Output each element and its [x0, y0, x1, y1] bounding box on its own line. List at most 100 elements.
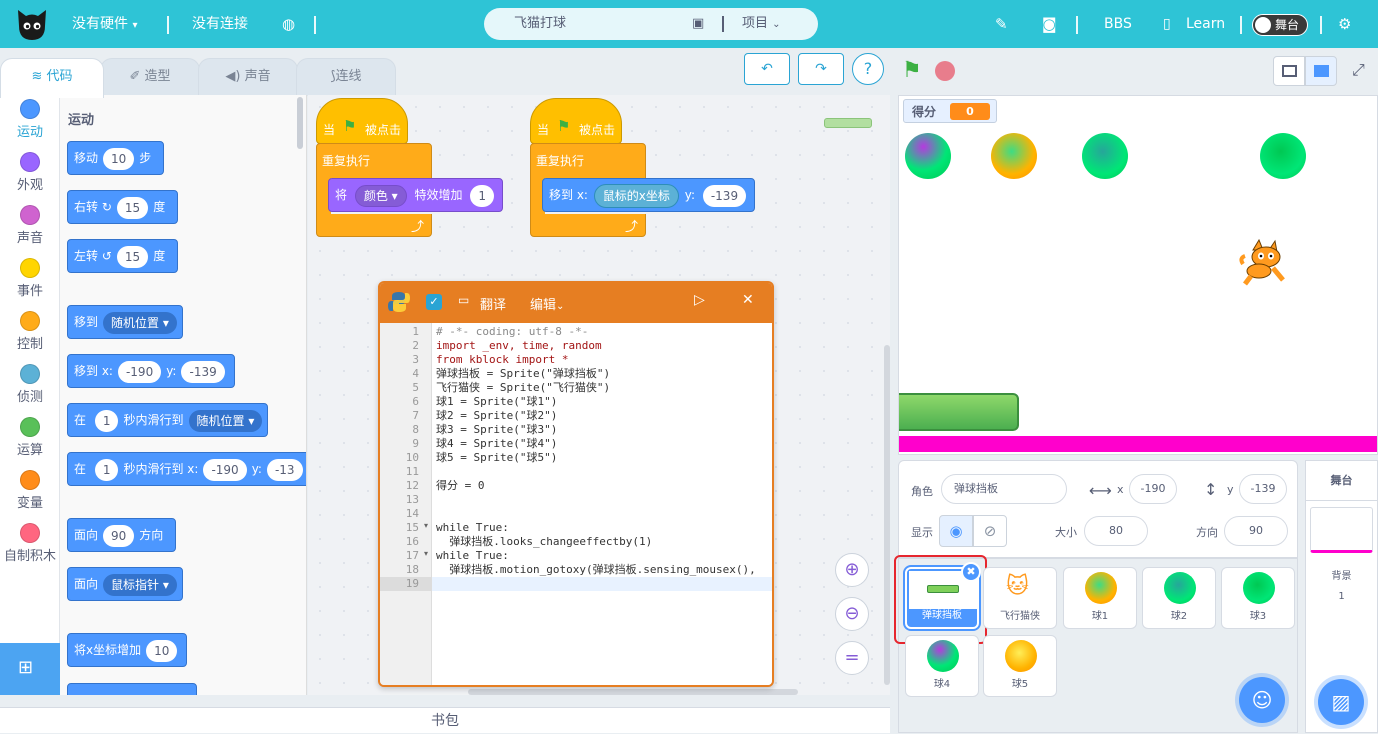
backdrop-thumb[interactable] [1310, 507, 1373, 553]
when-flag-clicked-hat[interactable]: 当 ⚑ 被点击 [530, 98, 622, 144]
sprite-tile[interactable]: 🐱 飞行猫侠 [983, 567, 1057, 629]
stage-toggle[interactable]: 舞台 [1252, 14, 1308, 36]
block-glide[interactable]: 在 1 秒内滑行到 随机位置 ▾ [67, 403, 269, 437]
block-goto-xy[interactable]: 移到 x: -190 y: -139 [67, 354, 235, 388]
block-input[interactable]: -190 [117, 360, 162, 383]
block-input[interactable]: -139 [702, 184, 747, 207]
connection-menu[interactable]: 没有连接 [192, 0, 248, 48]
fold-icon[interactable]: ▾ [424, 521, 428, 530]
category-3[interactable]: 事件 [0, 258, 60, 299]
block-dropdown[interactable]: 随机位置 ▾ [188, 409, 263, 432]
y-input[interactable]: -139 [1239, 474, 1287, 504]
large-stage-button[interactable] [1305, 56, 1337, 86]
sprite-tile[interactable]: 球5 [983, 635, 1057, 697]
change-effect-block[interactable]: 将 颜色 ▾ 特效增加 1 [328, 178, 503, 212]
sprite-tile[interactable]: 球2 [1142, 567, 1216, 629]
bbs-link[interactable]: BBS [1104, 0, 1132, 48]
camera-icon[interactable]: ◙ [1042, 0, 1057, 48]
size-input[interactable]: 80 [1084, 516, 1148, 546]
help-button[interactable]: ? [852, 53, 884, 85]
category-4[interactable]: 控制 [0, 311, 60, 352]
project-title[interactable]: 飞猫打球 [514, 8, 566, 40]
goto-xy-block[interactable]: 移到 x: 鼠标的x坐标 y: -139 [542, 178, 755, 212]
pencil-icon[interactable]: ✎ [995, 0, 1008, 48]
block-input[interactable]: 90 [103, 524, 135, 547]
block-input[interactable]: 10 [103, 147, 135, 170]
category-1[interactable]: 外观 [0, 152, 60, 193]
workspace-scrollbar-v[interactable] [884, 345, 890, 685]
block-input[interactable]: -139 [181, 360, 225, 383]
logo[interactable] [14, 6, 50, 42]
redo-button[interactable]: ↷ [798, 53, 844, 85]
run-icon[interactable]: ▷ [694, 292, 705, 308]
learn-link[interactable]: Learn [1186, 0, 1225, 48]
block-partial[interactable] [67, 683, 197, 695]
tab-code[interactable]: ≋ 代码 [0, 58, 104, 98]
category-7[interactable]: 变量 [0, 470, 60, 511]
stage-canvas[interactable]: 得分 0 [898, 95, 1378, 455]
globe-icon[interactable]: ◍ [282, 0, 295, 48]
sprite-tile[interactable]: 球1 [1063, 567, 1137, 629]
x-input[interactable]: -190 [1129, 474, 1177, 504]
add-backdrop-button[interactable]: ▨ [1318, 679, 1364, 725]
palette-scrollbar[interactable] [297, 97, 303, 149]
mouse-x-reporter[interactable]: 鼠标的x坐标 [593, 183, 679, 208]
block-input[interactable]: -13 [266, 458, 303, 481]
green-flag-button[interactable]: ⚑ [902, 58, 922, 83]
close-icon[interactable]: ✕ [742, 292, 754, 308]
show-sprite-button[interactable]: ◉ [939, 515, 973, 547]
zoom-in-button[interactable]: ⊕ [835, 553, 869, 587]
translate-button[interactable]: 翻译 [480, 294, 506, 313]
zoom-out-button[interactable]: ⊖ [835, 597, 869, 631]
tab-costume[interactable]: ✐ 造型 [100, 58, 200, 96]
category-8[interactable]: 自制积木 [0, 523, 60, 564]
block-move-steps[interactable]: 移动 10 步 [67, 141, 164, 175]
undo-button[interactable]: ↶ [744, 53, 790, 85]
block-input[interactable]: 1 [94, 458, 119, 481]
category-6[interactable]: 运算 [0, 417, 60, 458]
block-turn-left[interactable]: 左转 ↺ 15 度 [67, 239, 178, 273]
save-icon[interactable]: ▣ [692, 8, 704, 40]
gear-icon[interactable]: ⚙ [1338, 0, 1351, 48]
block-input[interactable]: -190 [203, 458, 247, 481]
code-editor[interactable]: # -*- coding: utf-8 -*- import _env, time… [432, 323, 772, 685]
tab-wire[interactable]: ⟆连线 [296, 58, 396, 96]
block-point-towards[interactable]: 面向 鼠标指针 ▾ [67, 567, 183, 601]
stop-button[interactable] [935, 61, 955, 81]
project-menu[interactable]: 项目 ⌄ [742, 8, 781, 41]
block-change-x[interactable]: 将x坐标增加 10 [67, 633, 188, 667]
direction-input[interactable]: 90 [1224, 516, 1288, 546]
block-input[interactable]: 1 [470, 184, 495, 207]
category-2[interactable]: 声音 [0, 205, 60, 246]
backpack-bar[interactable]: 书包 [0, 707, 890, 733]
block-input[interactable]: 15 [116, 245, 149, 268]
edit-menu[interactable]: 编辑⌄ [530, 294, 564, 313]
category-0[interactable]: 运动 [0, 99, 60, 140]
tab-sound[interactable]: ◀) 声音 [198, 58, 298, 96]
add-sprite-button[interactable]: ☺ [1239, 677, 1285, 723]
sprite-tile[interactable]: 球4 [905, 635, 979, 697]
book-icon[interactable]: ▯ [1163, 0, 1171, 48]
zoom-reset-button[interactable]: = [835, 641, 869, 675]
block-input[interactable]: 1 [94, 409, 119, 432]
category-5[interactable]: 侦测 [0, 364, 60, 405]
hardware-menu[interactable]: 没有硬件 ▾ [72, 0, 137, 48]
block-input[interactable]: 15 [116, 196, 149, 219]
fullscreen-icon[interactable]: ⤢ [1352, 60, 1365, 80]
effect-dropdown[interactable]: 颜色 ▾ [354, 184, 407, 207]
when-flag-clicked-hat[interactable]: 当 ⚑ 被点击 [316, 98, 408, 144]
block-dropdown[interactable]: 鼠标指针 ▾ [103, 573, 177, 596]
block-glide-xy[interactable]: 在 1 秒内滑行到 x: -190 y: -13 [67, 452, 306, 486]
block-dropdown[interactable]: 随机位置 ▾ [103, 311, 177, 334]
block-turn-right[interactable]: 右转 ↻ 15 度 [67, 190, 178, 224]
add-extension-button[interactable]: ⊞ [0, 643, 60, 695]
block-input[interactable]: 10 [146, 639, 178, 662]
workspace-scrollbar-h[interactable] [468, 689, 798, 695]
block-point-direction[interactable]: 面向 90 方向 [67, 518, 176, 552]
enable-checkbox[interactable]: ✓ [426, 294, 442, 310]
hide-sprite-button[interactable]: ⊘ [973, 515, 1007, 547]
fold-icon[interactable]: ▾ [424, 549, 428, 558]
block-goto[interactable]: 移到 随机位置 ▾ [67, 305, 183, 339]
sprite-tile[interactable]: 球3 [1221, 567, 1295, 629]
small-stage-button[interactable] [1273, 56, 1305, 86]
